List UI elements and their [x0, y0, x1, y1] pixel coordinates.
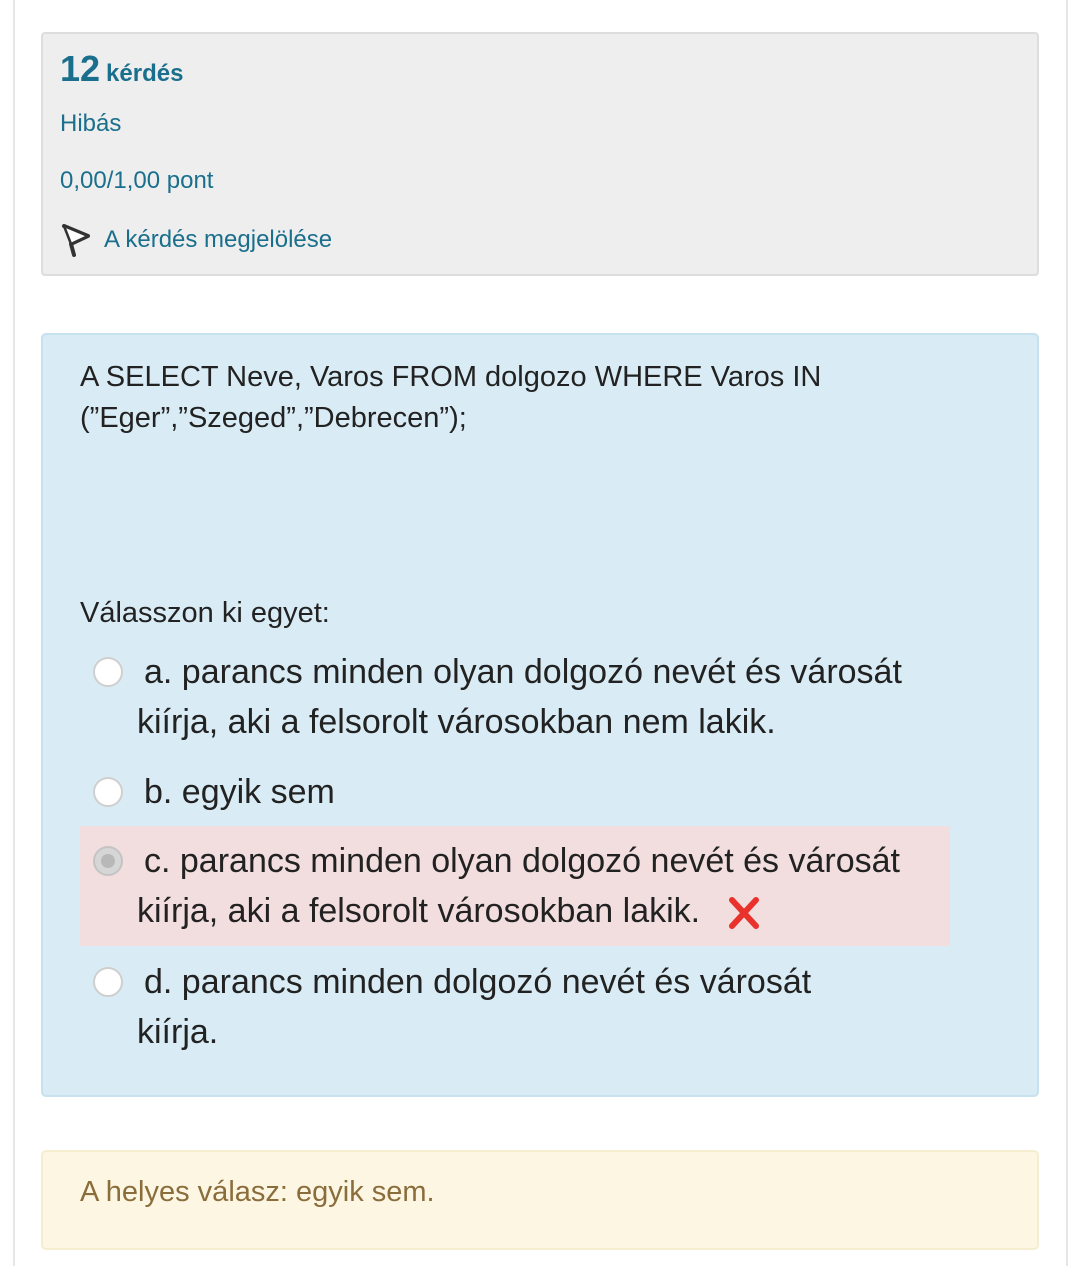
answer-c-radio[interactable]	[93, 846, 123, 876]
right-answer-text: A helyes válasz: egyik sem.	[80, 1176, 435, 1208]
answer-a-line-1: a. parancs minden olyan dolgozó nevét és…	[144, 653, 902, 691]
feedback-panel: A helyes válasz: egyik sem.	[41, 1150, 1039, 1250]
question-number-value: 12	[60, 48, 101, 89]
answer-b-line-1: b. egyik sem	[144, 773, 335, 811]
answer-option-b[interactable]: b. egyik sem	[80, 767, 950, 817]
question-formulation: A SELECT Neve, Varos FROM dolgozo WHERE …	[41, 333, 1039, 1097]
answer-option-c[interactable]: c. parancs minden olyan dolgozó nevét és…	[80, 826, 950, 946]
answer-d-radio[interactable]	[93, 967, 123, 997]
answer-d-line-2: kiírja.	[137, 1013, 219, 1051]
answer-b-radio[interactable]	[93, 777, 123, 807]
question-number-label: kérdés	[106, 60, 184, 87]
answer-c-line-2: kiírja, aki a felsorolt városokban lakik…	[137, 892, 701, 930]
answer-option-a[interactable]: a. parancs minden olyan dolgozó nevét és…	[80, 647, 950, 751]
question-text-line-1: A SELECT Neve, Varos FROM dolgozo WHERE …	[80, 361, 822, 393]
answer-option-d[interactable]: d. parancs minden dolgozó nevét és város…	[80, 957, 950, 1061]
answer-prompt: Válasszon ki egyet:	[80, 597, 330, 629]
question-info-panel: 12 kérdés Hibás 0,00/1,00 pont A kérdés m…	[41, 32, 1039, 276]
page-border-right	[1066, 0, 1068, 1266]
page-border-left	[13, 0, 15, 1266]
question-text: A SELECT Neve, Varos FROM dolgozo WHERE …	[80, 357, 980, 439]
answer-a-radio[interactable]	[93, 657, 123, 687]
question-state: Hibás	[60, 110, 122, 137]
question-text-line-2: (”Eger”,”Szeged”,”Debrecen”);	[80, 402, 467, 434]
flag-question-label: A kérdés megjelölése	[104, 226, 333, 253]
flag-question-button[interactable]: A kérdés megjelölése	[60, 220, 332, 260]
question-number: 12 kérdés	[60, 48, 183, 90]
answer-a-line-2: kiírja, aki a felsorolt városokban nem l…	[137, 703, 776, 741]
answer-d-line-1: d. parancs minden dolgozó nevét és város…	[144, 963, 812, 1001]
answer-c-line-1: c. parancs minden olyan dolgozó nevét és…	[144, 842, 901, 880]
quiz-review-page: 12 kérdés Hibás 0,00/1,00 pont A kérdés m…	[0, 0, 1080, 1266]
cross-icon	[728, 896, 760, 930]
flag-icon	[60, 223, 92, 257]
question-grade: 0,00/1,00 pont	[60, 167, 214, 194]
